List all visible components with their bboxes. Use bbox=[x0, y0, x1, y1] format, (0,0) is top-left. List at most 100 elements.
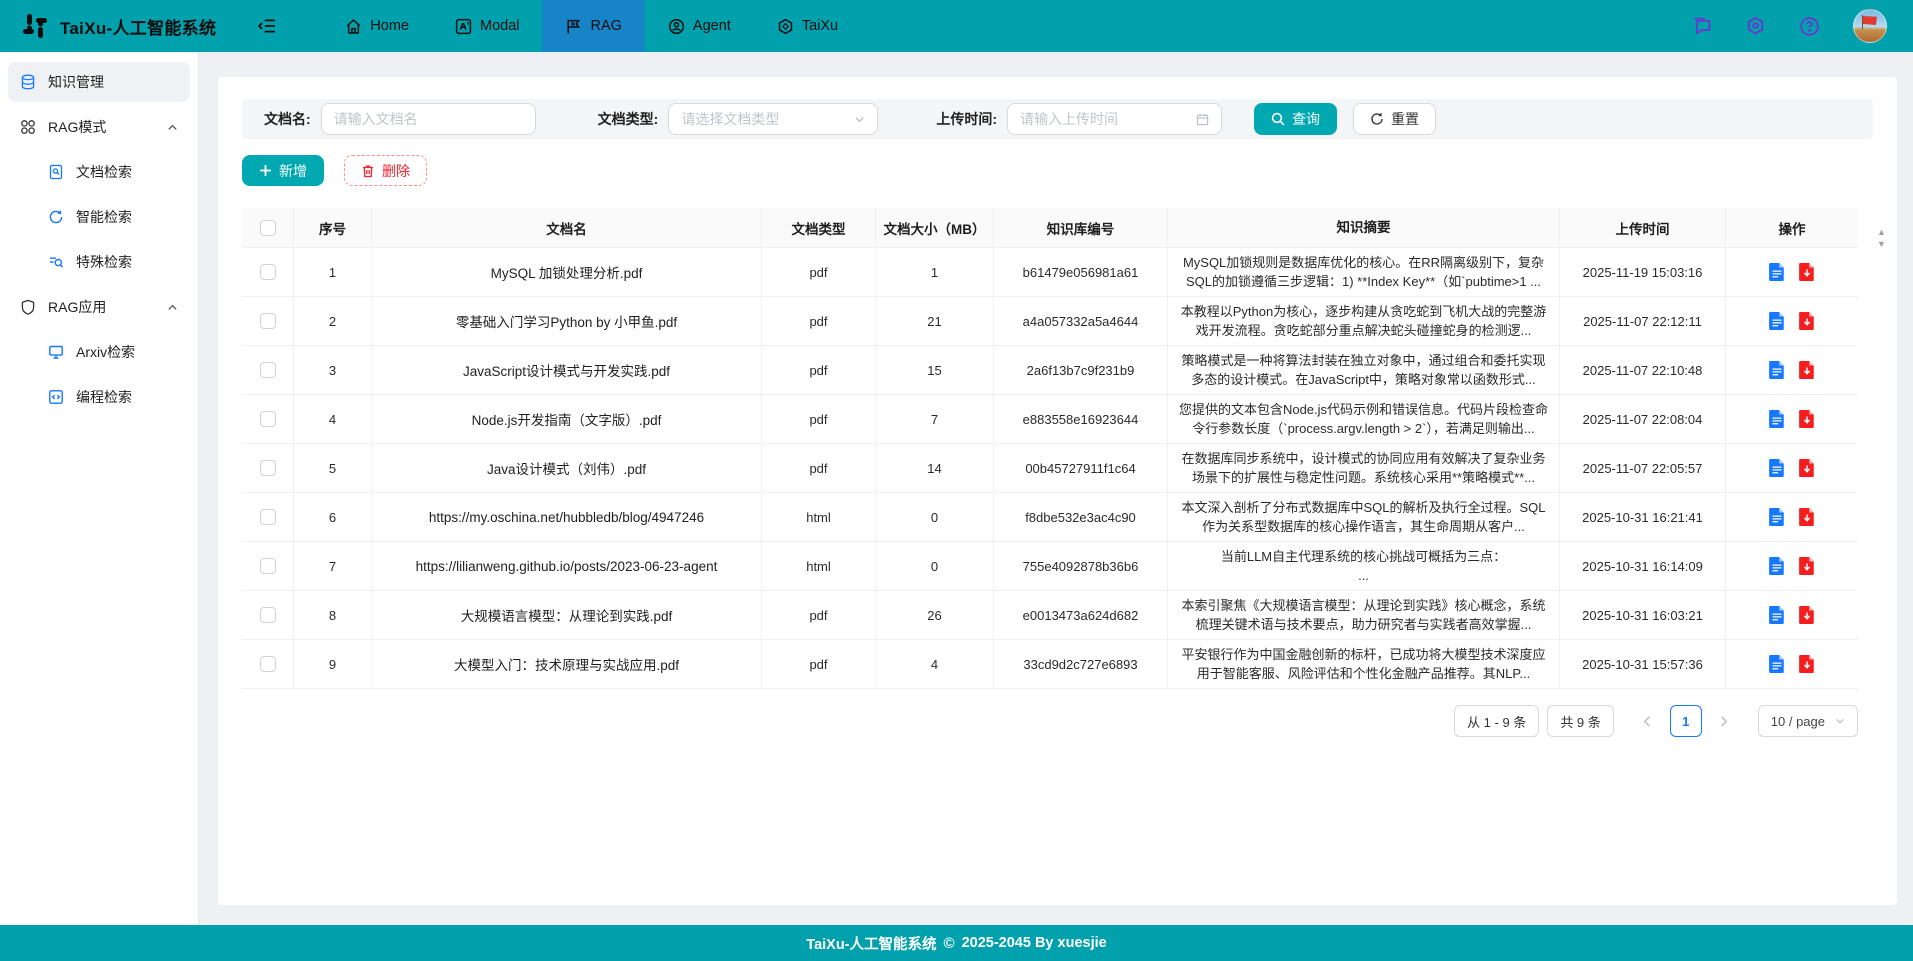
sidebar-item-code-search[interactable]: 编程检索 bbox=[8, 377, 190, 417]
row-index-cell: 4 bbox=[294, 395, 372, 443]
doc-type-select[interactable] bbox=[668, 103, 878, 135]
help-question-icon[interactable] bbox=[1799, 16, 1820, 37]
upload-time-picker[interactable] bbox=[1007, 103, 1222, 135]
col-header-size: 文档大小（MB） bbox=[876, 208, 994, 247]
plus-icon bbox=[259, 164, 272, 177]
doc-name-cell: https://lilianweng.github.io/posts/2023-… bbox=[372, 542, 762, 590]
download-icon[interactable] bbox=[1799, 410, 1815, 428]
add-button[interactable]: 新增 bbox=[242, 155, 324, 186]
download-icon[interactable] bbox=[1799, 655, 1815, 673]
table-toolbar: 新增 删除 bbox=[242, 155, 1873, 186]
nav-item-taixu[interactable]: TaiXu bbox=[754, 0, 861, 52]
row-checkbox[interactable] bbox=[260, 460, 276, 476]
delete-button[interactable]: 删除 bbox=[344, 155, 427, 186]
download-icon[interactable] bbox=[1799, 606, 1815, 624]
upload-time-input[interactable] bbox=[1020, 111, 1188, 127]
select-all-checkbox[interactable] bbox=[260, 220, 276, 236]
add-button-label: 新增 bbox=[279, 161, 307, 181]
doc-size-cell: 0 bbox=[876, 542, 994, 590]
reset-button[interactable]: 重置 bbox=[1353, 103, 1436, 135]
download-icon[interactable] bbox=[1799, 361, 1815, 379]
doc-type-input[interactable] bbox=[681, 111, 846, 127]
view-document-icon[interactable] bbox=[1769, 655, 1785, 673]
previous-page-icon[interactable] bbox=[1634, 705, 1662, 737]
search-button[interactable]: 查询 bbox=[1254, 103, 1337, 135]
search-list-icon bbox=[48, 254, 64, 270]
doc-name-input[interactable] bbox=[334, 111, 523, 127]
doc-type-cell: pdf bbox=[762, 444, 876, 492]
view-document-icon[interactable] bbox=[1769, 410, 1785, 428]
sidebar: 知识管理 RAG模式 文档检索 bbox=[0, 52, 199, 925]
doc-type-cell: pdf bbox=[762, 346, 876, 394]
doc-name-label: 文档名: bbox=[264, 109, 311, 129]
actions-cell bbox=[1726, 297, 1858, 345]
sidebar-item-knowledge-management[interactable]: 知识管理 bbox=[8, 62, 190, 102]
message-icon[interactable] bbox=[1691, 16, 1712, 37]
nav-item-modal[interactable]: Modal bbox=[432, 0, 543, 52]
doc-name-cell: 零基础入门学习Python by 小甲鱼.pdf bbox=[372, 297, 762, 345]
chevron-down-icon bbox=[854, 114, 865, 125]
user-avatar[interactable] bbox=[1853, 9, 1887, 43]
view-document-icon[interactable] bbox=[1769, 361, 1785, 379]
sidebar-item-special-search[interactable]: 特殊检索 bbox=[8, 242, 190, 282]
view-document-icon[interactable] bbox=[1769, 312, 1785, 330]
doc-type-label: 文档类型: bbox=[598, 109, 659, 129]
next-page-icon[interactable] bbox=[1710, 705, 1738, 737]
row-checkbox[interactable] bbox=[260, 264, 276, 280]
scroll-down-icon[interactable]: ▼ bbox=[1875, 238, 1888, 250]
sidebar-item-arxiv-search[interactable]: Arxiv检索 bbox=[8, 332, 190, 372]
doc-type-cell: pdf bbox=[762, 395, 876, 443]
doc-size-cell: 14 bbox=[876, 444, 994, 492]
row-checkbox[interactable] bbox=[260, 558, 276, 574]
download-icon[interactable] bbox=[1799, 508, 1815, 526]
view-document-icon[interactable] bbox=[1769, 459, 1785, 477]
row-checkbox[interactable] bbox=[260, 411, 276, 427]
actions-cell bbox=[1726, 542, 1858, 590]
nav-item-agent[interactable]: Agent bbox=[645, 0, 754, 52]
sidebar-item-smart-search[interactable]: 智能检索 bbox=[8, 197, 190, 237]
trash-icon bbox=[361, 164, 375, 178]
app-logo-icon bbox=[20, 11, 50, 41]
download-icon[interactable] bbox=[1799, 312, 1815, 330]
view-document-icon[interactable] bbox=[1769, 263, 1785, 281]
sidebar-group-rag-apps[interactable]: RAG应用 bbox=[8, 287, 190, 327]
top-navbar: TaiXu-人工智能系统 Home Modal RAG Agent bbox=[0, 0, 1913, 52]
sidebar-group-rag-mode[interactable]: RAG模式 bbox=[8, 107, 190, 147]
view-document-icon[interactable] bbox=[1769, 508, 1785, 526]
settings-gear-icon[interactable] bbox=[1745, 16, 1766, 37]
sidebar-item-document-search[interactable]: 文档检索 bbox=[8, 152, 190, 192]
summary-cell: 您提供的文本包含Node.js代码示例和错误信息。代码片段检查命令行参数长度（`… bbox=[1168, 395, 1560, 443]
download-icon[interactable] bbox=[1799, 557, 1815, 575]
row-checkbox[interactable] bbox=[260, 313, 276, 329]
row-checkbox[interactable] bbox=[260, 607, 276, 623]
row-checkbox[interactable] bbox=[260, 656, 276, 672]
upload-time-cell: 2025-11-07 22:12:11 bbox=[1560, 297, 1726, 345]
nav-item-rag[interactable]: RAG bbox=[542, 0, 644, 52]
table-scrollbar[interactable]: ▲ ▼ bbox=[1875, 226, 1888, 667]
row-index-cell: 5 bbox=[294, 444, 372, 492]
nav-item-home[interactable]: Home bbox=[322, 0, 432, 52]
page-number-1[interactable]: 1 bbox=[1670, 705, 1702, 737]
upload-time-cell: 2025-11-07 22:05:57 bbox=[1560, 444, 1726, 492]
filter-bar: 文档名: 文档类型: 上传时间: bbox=[242, 99, 1873, 139]
row-index-cell: 2 bbox=[294, 297, 372, 345]
row-checkbox[interactable] bbox=[260, 362, 276, 378]
download-icon[interactable] bbox=[1799, 459, 1815, 477]
view-document-icon[interactable] bbox=[1769, 557, 1785, 575]
kb-id-cell: 33cd9d2c727e6893 bbox=[994, 640, 1168, 688]
page-size-select[interactable]: 10 / page bbox=[1758, 705, 1858, 737]
sidebar-collapse-icon[interactable] bbox=[258, 17, 276, 35]
view-document-icon[interactable] bbox=[1769, 606, 1785, 624]
row-checkbox[interactable] bbox=[260, 509, 276, 525]
download-icon[interactable] bbox=[1799, 263, 1815, 281]
doc-name-cell: https://my.oschina.net/hubbledb/blog/494… bbox=[372, 493, 762, 541]
scroll-up-icon[interactable]: ▲ bbox=[1875, 226, 1888, 238]
col-header-kb-id: 知识库编号 bbox=[994, 208, 1168, 247]
upload-time-cell: 2025-10-31 16:14:09 bbox=[1560, 542, 1726, 590]
pagination: 从 1 - 9 条 共 9 条 1 10 / page bbox=[242, 705, 1873, 737]
table-row: 2 零基础入门学习Python by 小甲鱼.pdf pdf 21 a4a057… bbox=[242, 297, 1858, 346]
calendar-icon bbox=[1196, 113, 1209, 126]
table-row: 7 https://lilianweng.github.io/posts/202… bbox=[242, 542, 1858, 591]
search-icon bbox=[1271, 112, 1285, 126]
sidebar-item-label: 编程检索 bbox=[76, 387, 132, 407]
